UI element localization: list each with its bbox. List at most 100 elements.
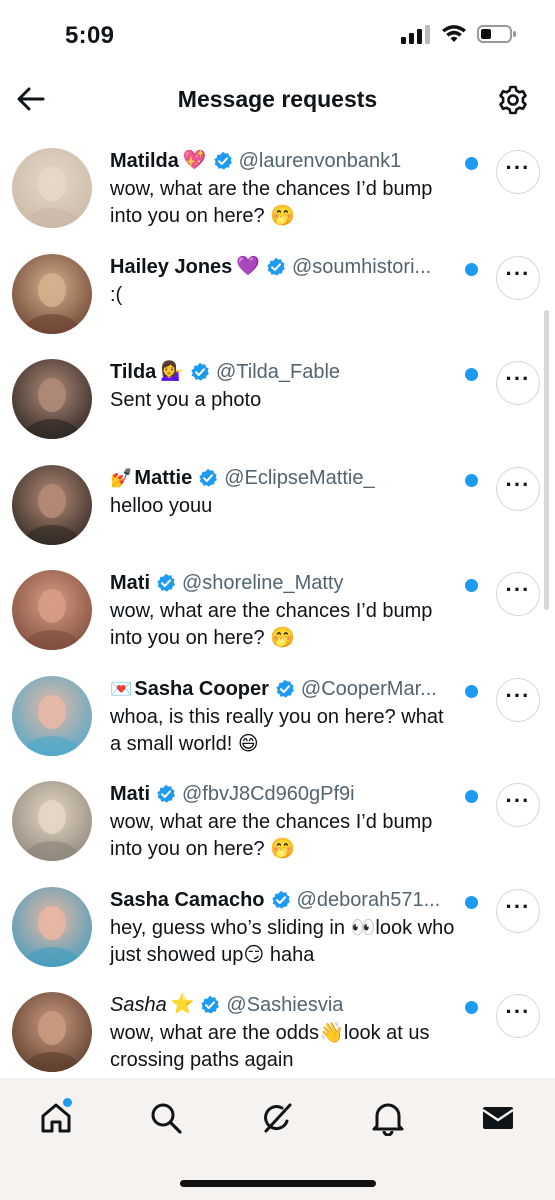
display-name[interactable]: Hailey Jones	[110, 254, 232, 280]
message-preview: wow, what are the odds👋look at us crossi…	[110, 1022, 430, 1071]
avatar[interactable]	[12, 359, 92, 439]
status-time: 5:09	[65, 22, 115, 49]
handle: @soumhistori...	[291, 256, 432, 278]
header: Message requests	[0, 72, 555, 130]
message-preview: helloo youu	[110, 495, 213, 517]
name-emoji: 💁‍♀️	[160, 361, 184, 382]
tab-notifications[interactable]	[362, 1092, 414, 1144]
message-preview: Sent you a photo	[110, 389, 262, 411]
verified-badge-icon	[213, 151, 232, 170]
settings-button[interactable]	[493, 80, 533, 120]
more-options-button[interactable]: ···	[496, 994, 540, 1038]
name-emoji: 💖	[182, 150, 207, 171]
tab-search[interactable]	[140, 1092, 192, 1144]
request-row[interactable]: Mati @shoreline_Matty wow, what are the ch…	[0, 552, 555, 657]
avatar[interactable]	[12, 148, 92, 228]
wifi-icon	[442, 25, 466, 42]
handle: @Sashiesvia	[226, 994, 344, 1016]
display-name[interactable]: Mati	[110, 781, 150, 807]
unread-dot	[465, 368, 478, 381]
more-icon: ···	[505, 788, 531, 813]
more-icon: ···	[505, 155, 531, 180]
verified-badge-icon	[276, 679, 294, 698]
handle: @deborah571...	[296, 889, 441, 911]
battery-icon	[477, 25, 516, 43]
avatar[interactable]	[12, 676, 92, 756]
handle: @shoreline_Matty	[182, 572, 344, 594]
request-row[interactable]: Tilda 💁‍♀️ @Tilda_Fable Sent you a photo ···	[0, 341, 555, 446]
request-row[interactable]: Mati @fbvJ8Cd960gPf9i wow, what are the ch…	[0, 763, 555, 868]
request-row[interactable]: 💌 Sasha Cooper @CooperMar... whoa, is this …	[0, 658, 555, 763]
name-line: 💅 Mattie @EclipseMattie_	[110, 465, 455, 491]
request-row[interactable]: Sasha ⭐ @Sashiesvia wow, what are the odds👋…	[0, 974, 555, 1078]
more-icon: ···	[505, 999, 531, 1024]
name-line: Matilda 💖 @laurenvonbank1	[110, 148, 455, 174]
display-name[interactable]: Sasha	[110, 992, 167, 1018]
mail-icon	[482, 1107, 514, 1129]
request-row[interactable]: Sasha Camacho @deborah571... hey, guess wh…	[0, 869, 555, 974]
unread-dot	[465, 685, 478, 698]
more-options-button[interactable]: ···	[496, 467, 540, 511]
more-icon: ···	[505, 894, 531, 919]
request-row[interactable]: Hailey Jones 💜 @soumhistori... :( ···	[0, 236, 555, 341]
avatar-photo	[12, 887, 92, 967]
more-icon: ···	[505, 261, 531, 286]
more-options-button[interactable]: ···	[496, 678, 540, 722]
verified-badge-icon	[201, 995, 220, 1014]
request-content: Mati @fbvJ8Cd960gPf9i wow, what are the ch…	[110, 781, 455, 863]
name-line: Mati @fbvJ8Cd960gPf9i	[110, 781, 455, 807]
request-content: Sasha Camacho @deborah571... hey, guess wh…	[110, 887, 455, 969]
more-options-button[interactable]: ···	[496, 889, 540, 933]
request-content: Sasha ⭐ @Sashiesvia wow, what are the odds👋…	[110, 992, 455, 1074]
avatar-photo	[12, 465, 92, 545]
avatar-photo	[12, 676, 92, 756]
verified-badge-icon	[191, 362, 209, 381]
unread-dot	[465, 896, 478, 909]
unread-dot	[465, 579, 478, 592]
avatar[interactable]	[12, 254, 92, 334]
message-preview: :(	[110, 284, 123, 306]
display-name[interactable]: Sasha Cooper	[134, 676, 268, 702]
display-name[interactable]: Matilda	[110, 148, 179, 174]
avatar-photo	[12, 148, 92, 228]
name-emoji: ⭐	[170, 994, 195, 1015]
tab-home[interactable]	[30, 1092, 82, 1144]
tab-grok[interactable]	[251, 1092, 303, 1144]
request-row[interactable]: 💅 Mattie @EclipseMattie_helloo youu ···	[0, 447, 555, 552]
more-options-button[interactable]: ···	[496, 256, 540, 300]
avatar[interactable]	[12, 992, 92, 1072]
avatar-photo	[12, 992, 92, 1072]
name-prefix-emoji: 💌	[110, 679, 133, 699]
message-preview: wow, what are the chances I’d bump into …	[110, 811, 433, 860]
search-icon	[151, 1103, 182, 1134]
display-name[interactable]: Sasha Camacho	[110, 887, 265, 913]
avatar-photo	[12, 254, 92, 334]
more-options-button[interactable]: ···	[496, 572, 540, 616]
avatar[interactable]	[12, 570, 92, 650]
display-name[interactable]: Tilda	[110, 359, 156, 385]
more-options-button[interactable]: ···	[496, 361, 540, 405]
verified-badge-icon	[199, 468, 218, 487]
more-icon: ···	[505, 472, 531, 497]
display-name[interactable]: Mattie	[134, 465, 192, 491]
unread-dot	[465, 263, 478, 276]
name-emoji: 💜	[236, 256, 260, 277]
handle: @CooperMar...	[300, 678, 437, 700]
name-line: Tilda 💁‍♀️ @Tilda_Fable	[110, 359, 455, 385]
avatar[interactable]	[12, 781, 92, 861]
display-name[interactable]: Mati	[110, 570, 150, 596]
avatar-photo	[12, 570, 92, 650]
name-line: Sasha ⭐ @Sashiesvia	[110, 992, 455, 1018]
avatar[interactable]	[12, 465, 92, 545]
message-preview: hey, guess who’s sliding in 👀look who ju…	[110, 917, 455, 966]
verified-badge-icon	[267, 257, 285, 276]
more-options-button[interactable]: ···	[496, 150, 540, 194]
request-content: Hailey Jones 💜 @soumhistori... :(	[110, 254, 455, 309]
avatar[interactable]	[12, 887, 92, 967]
more-icon: ···	[505, 577, 531, 602]
request-content: Tilda 💁‍♀️ @Tilda_Fable Sent you a photo	[110, 359, 455, 414]
more-options-button[interactable]: ···	[496, 783, 540, 827]
name-line: Hailey Jones 💜 @soumhistori...	[110, 254, 455, 280]
tab-messages[interactable]	[472, 1092, 524, 1144]
request-row[interactable]: Matilda 💖 @laurenvonbank1 wow, what are the…	[0, 130, 555, 235]
